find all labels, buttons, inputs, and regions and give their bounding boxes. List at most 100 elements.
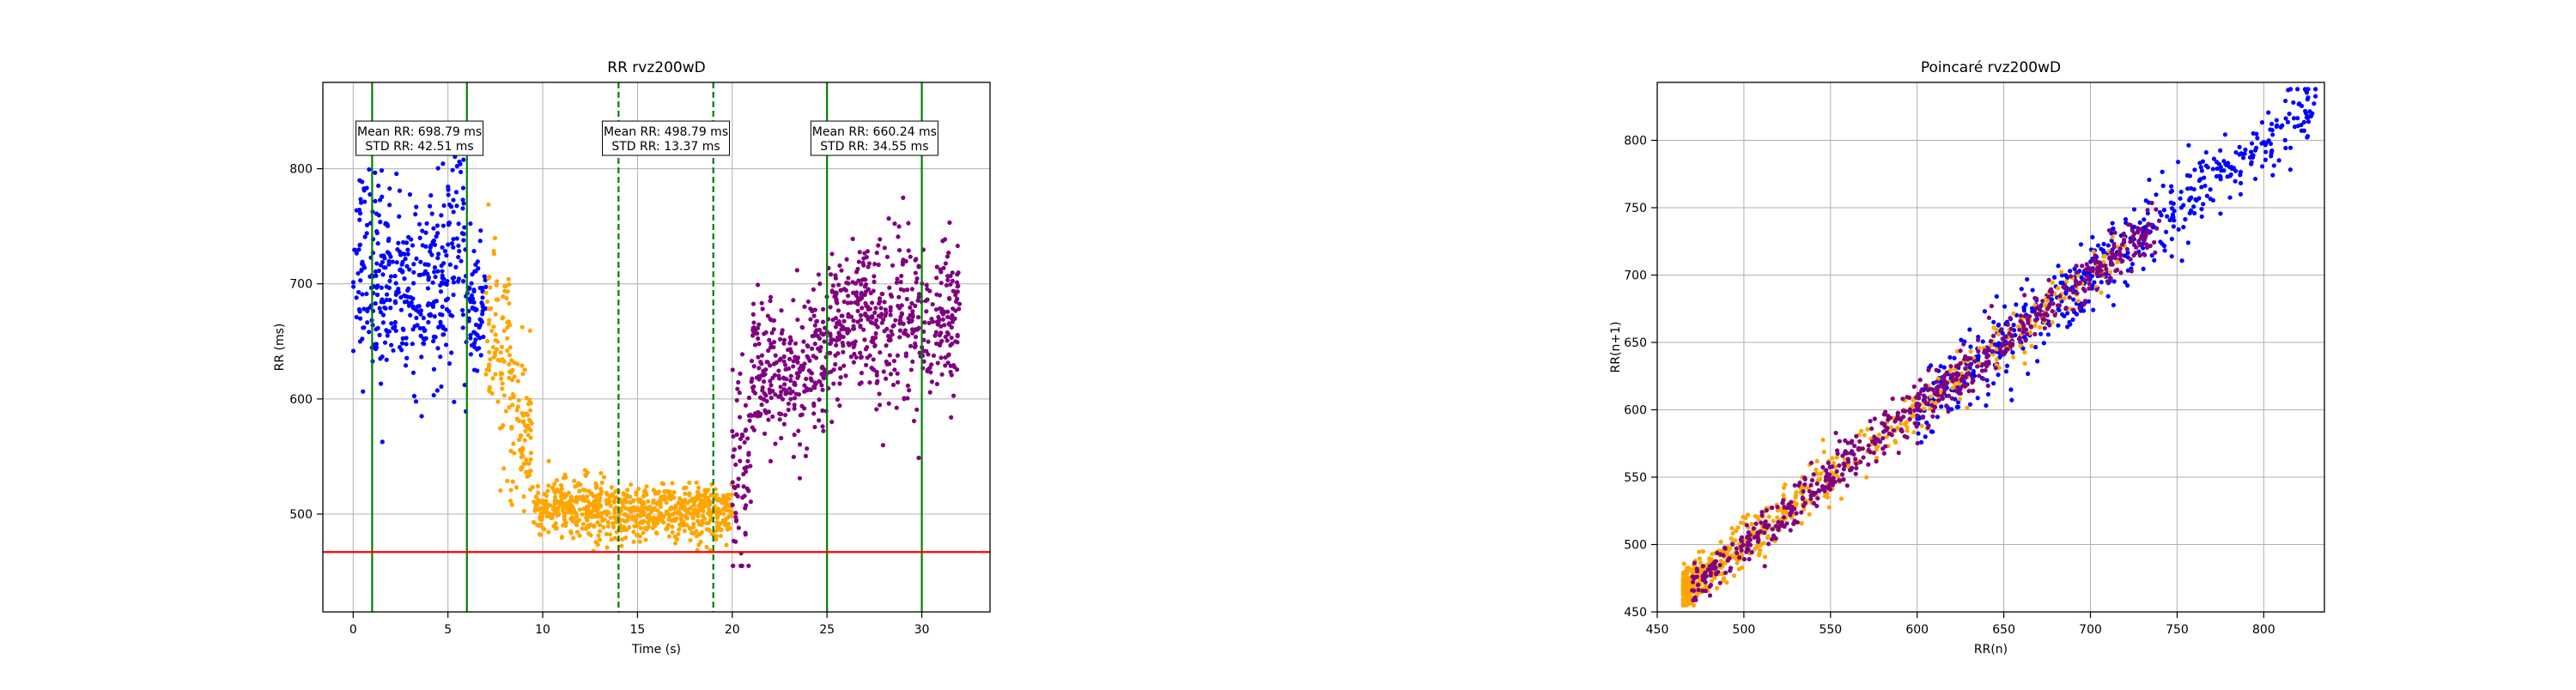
poincare-point	[2062, 296, 2067, 301]
rr-point	[413, 212, 418, 217]
rr-point	[593, 485, 599, 490]
poincare-point	[1736, 566, 1742, 572]
poincare-point	[2283, 145, 2288, 151]
rr-point	[456, 221, 461, 227]
poincare-xtick-label: 750	[2166, 623, 2189, 637]
poincare-point	[1958, 348, 1963, 354]
poincare-point	[1889, 433, 1894, 438]
rr-point	[473, 307, 478, 312]
rr-point	[507, 345, 513, 350]
rr-point	[929, 316, 934, 322]
rr-point	[505, 336, 510, 341]
rr-point	[447, 361, 453, 366]
poincare-point	[2064, 279, 2069, 284]
rr-point	[787, 341, 793, 346]
rr-point	[601, 475, 607, 480]
rr-point	[896, 247, 902, 253]
poincare-point	[2033, 344, 2038, 350]
poincare-point	[1731, 573, 1737, 578]
poincare-point	[2266, 110, 2271, 115]
rr-point	[423, 230, 428, 235]
rr-point	[489, 390, 495, 396]
rr-point	[803, 453, 809, 458]
rr-point	[507, 281, 512, 288]
rr-point	[568, 494, 574, 499]
rr-point	[875, 324, 880, 330]
rr-point	[410, 281, 416, 286]
poincare-point	[2148, 222, 2154, 227]
poincare-point	[2029, 343, 2034, 348]
rr-point	[428, 203, 433, 209]
poincare-point	[1747, 556, 1752, 562]
rr-point	[929, 362, 934, 367]
poincare-point	[1904, 420, 1909, 425]
rr-point	[792, 402, 797, 408]
poincare-point	[1950, 385, 1955, 390]
poincare-point	[1935, 385, 1941, 390]
rr-point	[669, 505, 674, 510]
rr-point	[585, 518, 590, 523]
rr-point	[379, 285, 384, 290]
poincare-point	[1866, 447, 1871, 452]
poincare-point	[1907, 409, 1912, 414]
rr-point	[908, 254, 913, 259]
poincare-point	[2052, 312, 2057, 318]
rr-point	[610, 492, 615, 497]
rr-point	[451, 197, 456, 203]
rr-point	[941, 265, 946, 270]
poincare-point	[2238, 180, 2244, 185]
rr-point	[519, 433, 524, 439]
rr-point	[641, 489, 647, 494]
rr-point	[450, 167, 455, 172]
rr-chart-ylabel: RR (ms)	[273, 324, 287, 372]
rr-point	[599, 518, 605, 524]
poincare-point	[2142, 252, 2148, 257]
rr-point	[756, 336, 761, 342]
poincare-point	[1876, 432, 1882, 438]
poincare-point	[1814, 467, 1819, 472]
rr-point	[933, 341, 939, 347]
poincare-xtick-label: 650	[1992, 623, 2015, 637]
rr-point	[733, 515, 738, 520]
rr-point	[430, 280, 435, 285]
poincare-point	[2227, 195, 2233, 200]
rr-point	[828, 305, 833, 310]
rr-point	[679, 518, 684, 523]
poincare-point	[2175, 160, 2181, 165]
rr-point	[611, 498, 617, 503]
rr-point	[431, 226, 436, 231]
rr-point	[879, 312, 884, 317]
poincare-ytick-label: 700	[1624, 269, 1647, 283]
rr-point	[793, 341, 799, 346]
rr-point	[878, 350, 883, 355]
poincare-point	[1700, 577, 1705, 583]
poincare-point	[1842, 451, 1847, 457]
rr-point	[753, 411, 758, 416]
rr-point	[536, 490, 541, 495]
rr-point	[546, 511, 551, 518]
rr-point	[816, 346, 821, 351]
poincare-point	[1971, 388, 1976, 393]
poincare-point	[1942, 387, 1947, 392]
rr-point	[521, 508, 526, 514]
poincare-point	[2070, 307, 2076, 312]
poincare-point	[2186, 142, 2191, 148]
rr-point	[398, 307, 404, 312]
poincare-point	[1994, 357, 1999, 362]
rr-point	[736, 476, 741, 481]
poincare-point	[2022, 293, 2027, 298]
rr-point	[720, 506, 726, 512]
rr-point	[714, 514, 720, 519]
rr-point	[908, 367, 914, 372]
poincare-point	[1781, 515, 1787, 520]
rr-point	[397, 344, 403, 350]
rr-point	[760, 306, 765, 312]
rr-point	[580, 522, 586, 527]
rr-point	[724, 542, 729, 548]
rr-point	[631, 539, 636, 544]
rr-point	[380, 312, 386, 318]
poincare-point	[1792, 483, 1797, 488]
rr-point	[884, 343, 889, 348]
rr-point	[403, 256, 408, 262]
rr-point	[802, 361, 807, 366]
